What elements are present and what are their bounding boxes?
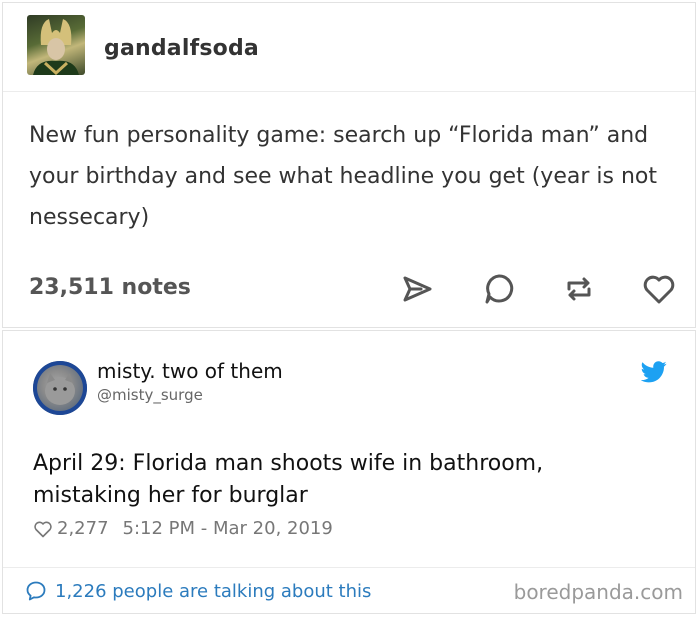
speech-bubble-icon (26, 581, 46, 601)
tweet-footer: 1,226 people are talking about this bore… (3, 567, 695, 616)
tweet-display-name[interactable]: misty. two of them (97, 359, 283, 383)
reblog-icon[interactable] (561, 271, 597, 307)
reply-icon[interactable] (481, 271, 517, 307)
notes-count[interactable]: 23,511 notes (29, 275, 191, 300)
tweet-timestamp[interactable]: 5:12 PM - Mar 20, 2019 (123, 518, 333, 539)
tumblr-username[interactable]: gandalfsoda (104, 36, 259, 61)
share-icon[interactable] (399, 271, 435, 307)
talking-about-link[interactable]: 1,226 people are talking about this (25, 580, 371, 602)
tweet-meta: 2,277 5:12 PM - Mar 20, 2019 (33, 518, 333, 539)
boredpanda-watermark: boredpanda.com (513, 580, 683, 604)
tweet-like-heart-icon[interactable] (33, 519, 53, 539)
like-heart-icon[interactable] (641, 271, 677, 307)
tumblr-post: gandalfsoda New fun personality game: se… (2, 2, 696, 328)
tweet-avatar[interactable] (33, 361, 87, 415)
twitter-bird-icon[interactable] (640, 361, 667, 383)
tumblr-post-header: gandalfsoda (3, 3, 695, 92)
tweet-like-count[interactable]: 2,277 (57, 518, 109, 539)
tumblr-avatar[interactable] (27, 15, 85, 75)
talking-about-text[interactable]: 1,226 people are talking about this (55, 581, 371, 602)
tweet-handle[interactable]: @misty_surge (97, 386, 203, 404)
tweet-card: misty. two of them @misty_surge April 29… (2, 330, 696, 614)
tumblr-post-text: New fun personality game: search up “Flo… (29, 123, 657, 230)
tweet-text: April 29: Florida man shoots wife in bat… (33, 451, 544, 508)
